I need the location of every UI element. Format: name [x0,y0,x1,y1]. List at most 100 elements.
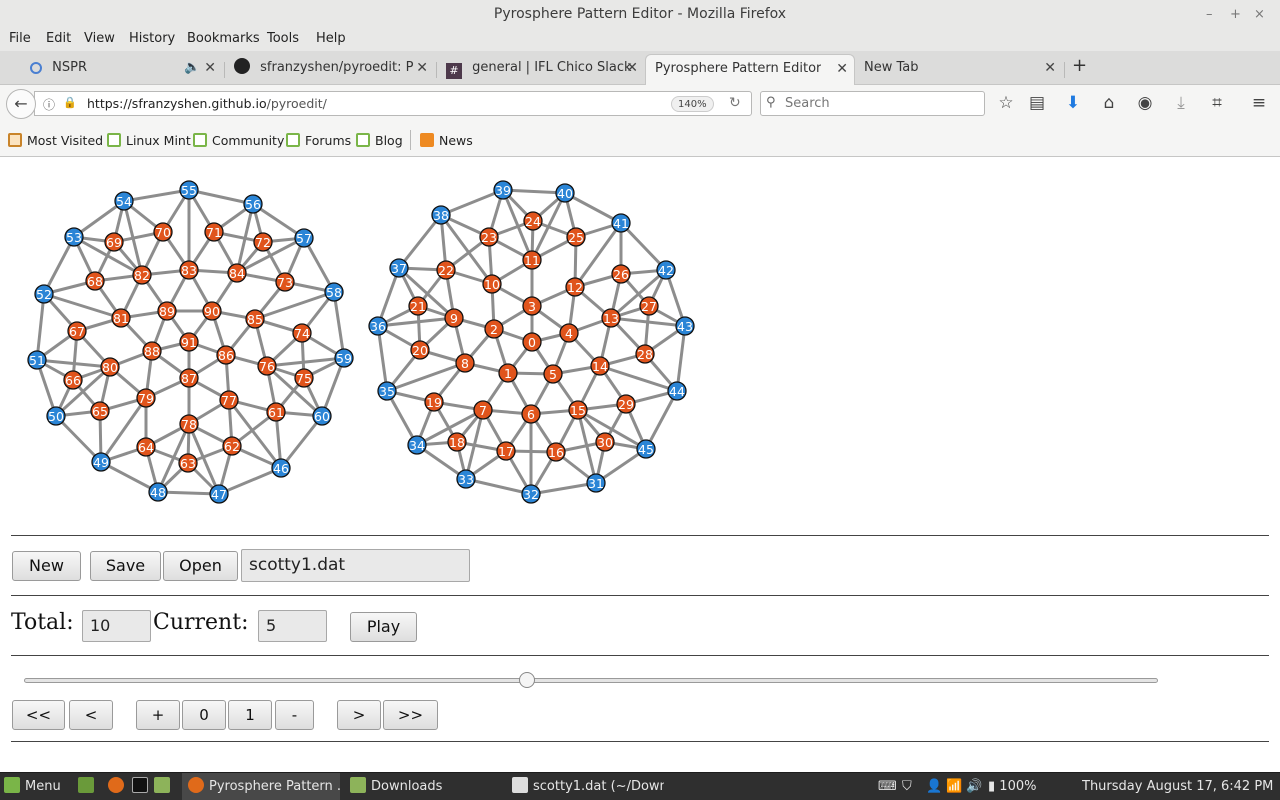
download-arrow-icon[interactable]: ⬇ [1062,93,1084,113]
tab-github[interactable]: sfranzyshen/pyroedit: Pyros ✕ [226,56,434,85]
graph-node-30[interactable]: 30 [595,432,615,452]
graph-node-28[interactable]: 28 [635,344,655,364]
graph-node-37[interactable]: 37 [389,258,409,278]
graph-node-63[interactable]: 63 [178,453,198,473]
graph-node-75[interactable]: 75 [294,368,314,388]
one-button[interactable]: 1 [228,700,272,730]
graph-node-88[interactable]: 88 [142,341,162,361]
graph-node-86[interactable]: 86 [216,345,236,365]
graph-node-46[interactable]: 46 [271,458,291,478]
menu-file[interactable]: File [9,31,31,46]
graph-node-24[interactable]: 24 [523,211,543,231]
graph-node-32[interactable]: 32 [521,484,541,504]
graph-node-16[interactable]: 16 [546,442,566,462]
graph-node-71[interactable]: 71 [204,222,224,242]
bookmark-community[interactable]: Community [193,133,284,148]
graph-node-89[interactable]: 89 [157,301,177,321]
tab-nspr[interactable]: NSPR 🔈 ✕ [22,56,222,85]
graph-node-6[interactable]: 6 [521,404,541,424]
graph-node-31[interactable]: 31 [586,473,606,493]
zero-button[interactable]: 0 [182,700,226,730]
search-field[interactable]: ⚲ Search [760,91,985,116]
graph-node-85[interactable]: 85 [245,309,265,329]
last-frame-button[interactable]: >> [383,700,438,730]
graph-node-25[interactable]: 25 [566,227,586,247]
first-frame-button[interactable]: << [12,700,65,730]
graph-node-34[interactable]: 34 [407,435,427,455]
files-launcher-icon[interactable] [154,773,175,800]
tray-volume-icon[interactable]: 🔊 [966,773,982,800]
graph-node-10[interactable]: 10 [482,274,502,294]
url-bar[interactable]: ⓘ 🔒 https://sfranzyshen.github.io/pyroed… [34,91,752,116]
maximize-button[interactable]: + [1230,0,1241,29]
tray-keyboard-icon[interactable]: ⌨ [878,773,897,800]
graph-node-1[interactable]: 1 [498,363,518,383]
graph-node-7[interactable]: 7 [473,400,493,420]
graph-node-17[interactable]: 17 [496,441,516,461]
close-tab-icon[interactable]: ✕ [416,56,428,80]
graph-node-13[interactable]: 13 [601,308,621,328]
graph-node-57[interactable]: 57 [294,228,314,248]
graph-node-68[interactable]: 68 [85,271,105,291]
current-input[interactable]: 5 [258,610,327,642]
graph-node-50[interactable]: 50 [46,406,66,426]
graph-node-36[interactable]: 36 [368,316,388,336]
graph-node-67[interactable]: 67 [67,321,87,341]
next-frame-button[interactable]: > [337,700,381,730]
graph-node-23[interactable]: 23 [479,227,499,247]
graph-node-91[interactable]: 91 [179,332,199,352]
graph-node-82[interactable]: 82 [132,265,152,285]
show-desktop-icon[interactable] [78,773,99,800]
graph-node-61[interactable]: 61 [266,402,286,422]
graph-node-69[interactable]: 69 [104,232,124,252]
graph-node-56[interactable]: 56 [243,194,263,214]
graph-node-39[interactable]: 39 [493,180,513,200]
graph-node-2[interactable]: 2 [484,319,504,339]
new-tab-button[interactable]: + [1072,55,1087,76]
graph-node-78[interactable]: 78 [179,414,199,434]
graph-node-81[interactable]: 81 [111,308,131,328]
screenshot-crop-icon[interactable]: ⌗ [1206,93,1228,113]
menu-bookmarks[interactable]: Bookmarks [187,31,260,46]
graph-node-0[interactable]: 0 [522,332,542,352]
graph-node-5[interactable]: 5 [543,364,563,384]
speaker-icon[interactable]: 🔈 [184,56,200,80]
graph-node-49[interactable]: 49 [91,452,111,472]
graph-node-9[interactable]: 9 [444,308,464,328]
graph-node-12[interactable]: 12 [565,277,585,297]
menu-tools[interactable]: Tools [267,31,299,46]
downloads-icon[interactable]: ⤓ [1170,93,1192,113]
graph-node-65[interactable]: 65 [90,401,110,421]
graph-node-87[interactable]: 87 [179,368,199,388]
graph-node-53[interactable]: 53 [64,227,84,247]
graph-node-52[interactable]: 52 [34,284,54,304]
tray-clock[interactable]: Thursday August 17, 6:42 PM [1082,773,1273,800]
minimize-button[interactable]: – [1206,0,1213,29]
graph-node-66[interactable]: 66 [63,370,83,390]
terminal-launcher-icon[interactable] [132,773,153,800]
bookmark-linux-mint[interactable]: Linux Mint [107,133,191,148]
graph-node-80[interactable]: 80 [100,357,120,377]
close-tab-icon[interactable]: ✕ [626,56,638,80]
graph-node-29[interactable]: 29 [616,394,636,414]
graph-node-3[interactable]: 3 [522,296,542,316]
graph-node-77[interactable]: 77 [219,390,239,410]
save-button[interactable]: Save [90,551,161,581]
taskbar-window-editor[interactable]: scotty1.dat (~/Downl... [506,773,664,800]
pyrosphere-graph[interactable]: 4647484950515253545556575859606162636465… [0,158,720,510]
graph-node-90[interactable]: 90 [202,301,222,321]
graph-node-26[interactable]: 26 [611,264,631,284]
close-tab-icon[interactable]: ✕ [1044,56,1056,80]
graph-node-35[interactable]: 35 [377,381,397,401]
graph-node-38[interactable]: 38 [431,205,451,225]
close-window-button[interactable]: × [1254,0,1265,29]
graph-node-72[interactable]: 72 [253,232,273,252]
filename-input[interactable]: scotty1.dat [241,549,470,582]
graph-node-62[interactable]: 62 [222,436,242,456]
graph-node-70[interactable]: 70 [153,222,173,242]
tray-user-icon[interactable]: 👤 [926,773,942,800]
graph-node-76[interactable]: 76 [257,356,277,376]
graph-node-48[interactable]: 48 [148,482,168,502]
graph-node-73[interactable]: 73 [275,272,295,292]
back-button[interactable]: ← [6,89,36,119]
